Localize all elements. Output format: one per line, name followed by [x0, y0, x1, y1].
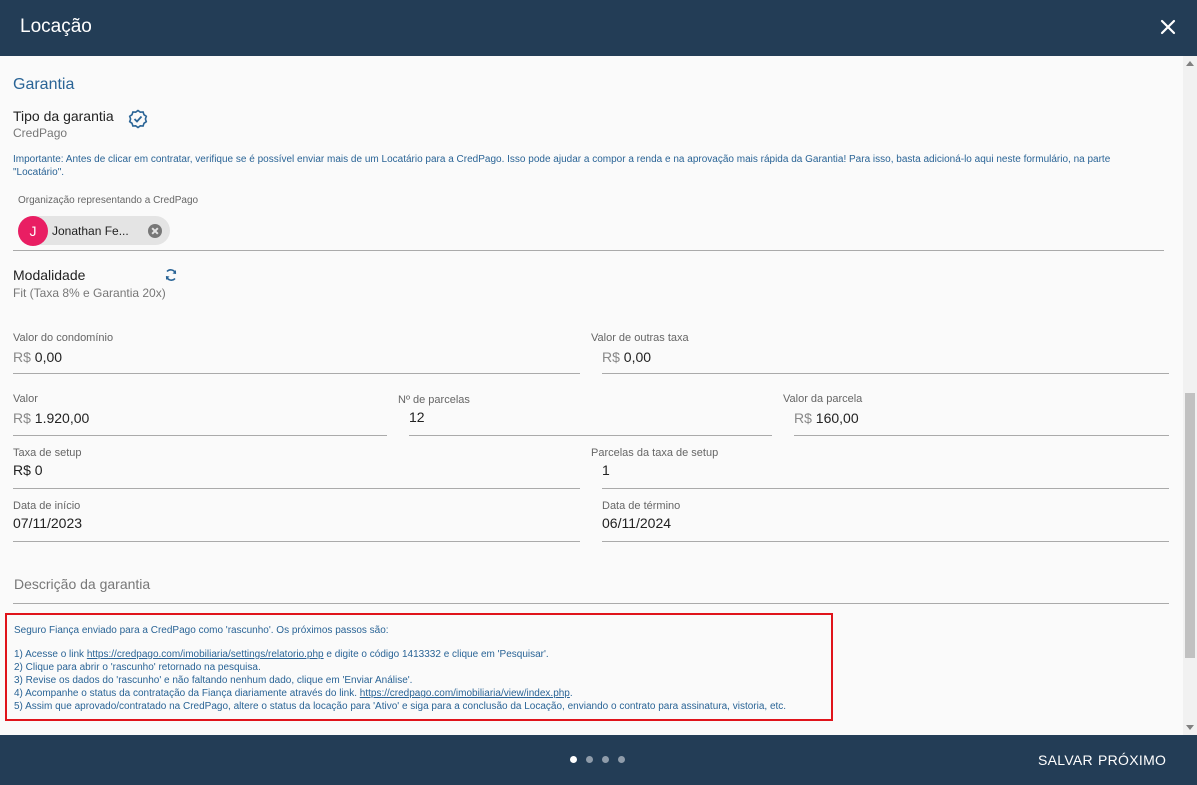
condominio-value: 0,00: [34, 349, 63, 365]
tipo-garantia-value: CredPago: [13, 126, 68, 140]
org-underline: [13, 250, 1164, 251]
parcelas-setup-field[interactable]: 1: [602, 462, 610, 478]
credpago-note: Importante: Antes de clicar em contratar…: [13, 154, 1111, 178]
outras-taxas-label: Valor de outras taxa: [591, 332, 689, 344]
dialog-footer: SALVAR PRÓXIMO: [0, 735, 1197, 785]
currency-prefix: R$: [602, 349, 620, 365]
tipo-garantia-label: Tipo da garantia: [13, 108, 114, 124]
currency-prefix: R$: [13, 410, 31, 426]
step-2: 2) Clique para abrir o 'rascunho' retorn…: [14, 662, 261, 673]
field-underline: [13, 435, 387, 436]
parcelas-label: Nº de parcelas: [398, 394, 470, 406]
close-icon[interactable]: [1157, 16, 1179, 38]
currency-prefix: R$: [13, 349, 31, 365]
currency-prefix: R$: [794, 410, 812, 426]
data-inicio-field[interactable]: 07/11/2023: [13, 515, 82, 531]
next-button[interactable]: PRÓXIMO: [1098, 752, 1166, 768]
org-chip-name: Jonathan Fe...: [52, 224, 129, 238]
scrollbar[interactable]: [1183, 56, 1197, 735]
condominio-field[interactable]: R$ 0,00: [13, 349, 62, 365]
field-underline: [13, 488, 580, 489]
page-dot-4[interactable]: [618, 756, 625, 763]
parcelas-setup-label: Parcelas da taxa de setup: [591, 447, 719, 459]
valor-value: 1.920,00: [34, 410, 90, 426]
field-underline: [13, 603, 1169, 604]
avatar: J: [18, 216, 48, 246]
scroll-down-arrow-icon[interactable]: [1186, 725, 1194, 730]
taxa-setup-label: Taxa de setup: [13, 447, 82, 459]
valor-parcela-value: 160,00: [815, 410, 859, 426]
field-underline: [13, 541, 580, 542]
field-underline: [602, 488, 1169, 489]
view-index-link[interactable]: https://credpago.com/imobiliaria/view/in…: [360, 688, 570, 699]
field-underline: [602, 541, 1169, 542]
scroll-up-arrow-icon[interactable]: [1186, 61, 1194, 66]
outras-taxas-field[interactable]: R$ 0,00: [602, 349, 651, 365]
relatorio-link[interactable]: https://credpago.com/imobiliaria/setting…: [87, 649, 324, 660]
valor-parcela-field[interactable]: R$ 160,00: [794, 410, 859, 426]
field-underline: [794, 435, 1169, 436]
outras-taxas-value: 0,00: [623, 349, 652, 365]
org-label: Organização representando a CredPago: [18, 195, 199, 206]
data-termino-label: Data de término: [602, 500, 681, 512]
verified-badge-icon[interactable]: [128, 109, 148, 129]
page-dot-2[interactable]: [586, 756, 593, 763]
section-title-garantia: Garantia: [13, 76, 75, 93]
modalidade-label: Modalidade: [13, 267, 86, 283]
step-4-text-end: .: [569, 688, 573, 699]
page-dot-1[interactable]: [570, 756, 577, 763]
remove-chip-icon[interactable]: [148, 224, 162, 238]
field-underline: [13, 373, 580, 374]
step-4: 4) Acompanhe o status da contratação da …: [14, 688, 573, 699]
data-inicio-label: Data de início: [13, 500, 81, 512]
step-1-text-end: e digite o código 1413332 e clique em 'P…: [323, 649, 549, 660]
step-1: 1) Acesse o link https://credpago.com/im…: [14, 649, 549, 660]
dialog-title: Locação: [20, 16, 92, 37]
dialog-header: Locação: [0, 0, 1197, 56]
steps-intro: Seguro Fiança enviado para a CredPago co…: [14, 625, 389, 636]
dialog-content: Garantia Tipo da garantia CredPago Impor…: [0, 56, 1183, 735]
save-button[interactable]: SALVAR: [1038, 752, 1093, 768]
step-4-text: 4) Acompanhe o status da contratação da …: [14, 688, 360, 699]
valor-parcela-label: Valor da parcela: [783, 393, 863, 405]
data-termino-field[interactable]: 06/11/2024: [602, 515, 671, 531]
next-steps-box: Seguro Fiança enviado para a CredPago co…: [5, 613, 833, 721]
scrollbar-thumb[interactable]: [1185, 393, 1195, 658]
taxa-setup-field[interactable]: R$ 0: [13, 462, 43, 478]
valor-field[interactable]: R$ 1.920,00: [13, 410, 89, 426]
page-dot-3[interactable]: [602, 756, 609, 763]
valor-label: Valor: [13, 393, 38, 405]
step-5: 5) Assim que aprovado/contratado na Cred…: [14, 701, 787, 712]
parcelas-field[interactable]: 12: [409, 409, 425, 425]
field-underline: [602, 373, 1169, 374]
modalidade-value: Fit (Taxa 8% e Garantia 20x): [13, 286, 166, 300]
descricao-field[interactable]: Descrição da garantia: [14, 576, 150, 592]
step-1-text: 1) Acesse o link: [14, 649, 87, 660]
condominio-label: Valor do condomínio: [13, 332, 114, 344]
org-chip[interactable]: J Jonathan Fe...: [18, 216, 170, 246]
field-underline: [409, 435, 772, 436]
step-3: 3) Revise os dados do 'rascunho' e não f…: [14, 675, 413, 686]
refresh-icon[interactable]: [164, 268, 178, 282]
